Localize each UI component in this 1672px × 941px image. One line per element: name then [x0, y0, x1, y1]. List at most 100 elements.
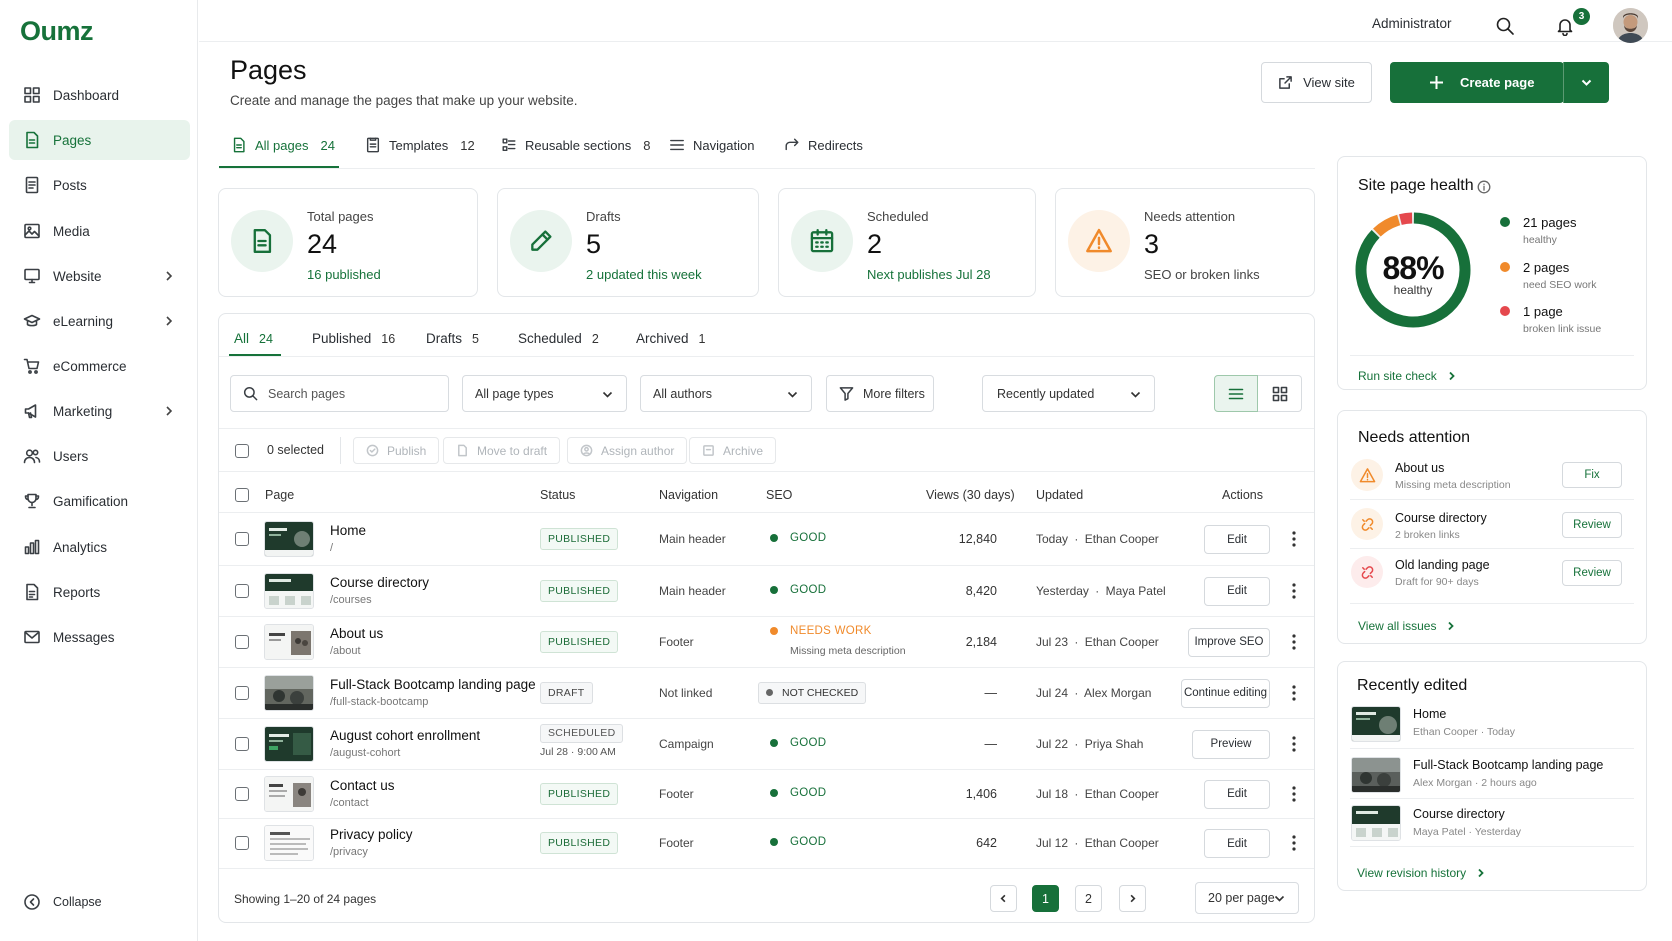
health-percent-label: healthy — [1393, 283, 1433, 297]
view-all-issues-link[interactable]: View all issues — [1358, 619, 1456, 633]
column-header-views[interactable]: Views (30 days) — [926, 488, 1015, 502]
info-icon[interactable] — [1477, 180, 1491, 194]
recent-when: Today — [1486, 726, 1515, 738]
more-filters-button[interactable]: More filters — [826, 375, 934, 412]
page-name[interactable]: Contact us — [330, 778, 395, 793]
column-header-status[interactable]: Status — [540, 488, 575, 502]
more-actions-icon[interactable] — [1292, 582, 1296, 600]
more-actions-icon[interactable] — [1292, 530, 1296, 548]
row-checkbox[interactable] — [235, 685, 249, 700]
app-logo[interactable]: Oumz — [20, 16, 94, 47]
filter-tab-all[interactable]: All 24 — [234, 331, 273, 346]
page-name[interactable]: Full-Stack Bootcamp landing page — [330, 677, 536, 692]
more-actions-icon[interactable] — [1292, 633, 1296, 651]
review-button[interactable]: Review — [1562, 560, 1622, 586]
user-menu-label[interactable]: Administrator — [1372, 16, 1452, 31]
row-action-button[interactable]: Improve SEO — [1188, 627, 1270, 657]
sort-select[interactable]: Recently updated — [982, 375, 1155, 412]
filter-tab-archived[interactable]: Archived 1 — [636, 331, 705, 346]
page-name[interactable]: Privacy policy — [330, 827, 413, 842]
view-site-button[interactable]: View site — [1261, 62, 1372, 103]
sidebar-item-pages[interactable]: Pages — [9, 120, 190, 160]
row-action-button[interactable]: Continue editing — [1181, 678, 1270, 708]
sidebar-item-gamification[interactable]: Gamification — [9, 481, 190, 521]
filter-tab-label: Published — [312, 331, 372, 346]
sidebar-item-dashboard[interactable]: Dashboard — [9, 75, 190, 115]
more-actions-icon[interactable] — [1292, 684, 1296, 702]
search-icon[interactable] — [1495, 16, 1515, 36]
archive-button[interactable]: Archive — [689, 437, 777, 464]
sidebar-item-ecommerce[interactable]: eCommerce — [9, 346, 190, 386]
row-checkbox[interactable] — [235, 583, 249, 598]
sidebar-item-analytics[interactable]: Analytics — [9, 527, 190, 567]
tab-templates[interactable]: Templates 12 — [365, 137, 475, 168]
sidebar-item-marketing[interactable]: Marketing — [9, 391, 190, 431]
recent-item-title[interactable]: Course directory — [1413, 807, 1505, 821]
create-page-button[interactable]: Create page — [1390, 62, 1564, 103]
column-header-seo[interactable]: SEO — [766, 488, 792, 502]
filter-tab-scheduled[interactable]: Scheduled 2 — [518, 331, 599, 346]
row-checkbox[interactable] — [235, 634, 249, 649]
search-input[interactable]: Search pages — [230, 375, 449, 412]
author-select[interactable]: All authors — [640, 375, 812, 412]
bell-icon[interactable] — [1555, 16, 1575, 36]
column-header-updated[interactable]: Updated — [1036, 488, 1083, 502]
more-actions-icon[interactable] — [1292, 735, 1296, 753]
collapse-sidebar-button[interactable]: Collapse — [9, 882, 190, 922]
per-page-select[interactable]: 20 per page — [1195, 882, 1299, 914]
row-checkbox[interactable] — [235, 786, 249, 801]
avatar[interactable] — [1613, 8, 1648, 43]
page-type-select[interactable]: All page types — [462, 375, 627, 412]
more-actions-icon[interactable] — [1292, 785, 1296, 803]
page-name[interactable]: Course directory — [330, 575, 429, 590]
sidebar-item-media[interactable]: Media — [9, 211, 190, 251]
row-action-button[interactable]: Edit — [1204, 576, 1270, 606]
row-action-button[interactable]: Edit — [1204, 525, 1270, 554]
filter-tab-drafts[interactable]: Drafts 5 — [426, 331, 479, 346]
tab-all-pages[interactable]: All pages 24 — [231, 137, 335, 168]
page-name[interactable]: August cohort enrollment — [330, 728, 480, 743]
more-actions-icon[interactable] — [1292, 834, 1296, 852]
header-checkbox[interactable] — [235, 488, 249, 502]
row-action-button[interactable]: Edit — [1204, 829, 1270, 858]
row-action-button[interactable]: Preview — [1192, 729, 1270, 759]
page-name[interactable]: Home — [330, 523, 366, 538]
sidebar-item-posts[interactable]: Posts — [9, 165, 190, 205]
column-header-page[interactable]: Page — [265, 488, 294, 502]
fix-button[interactable]: Fix — [1562, 462, 1622, 488]
tab-redirects[interactable]: Redirects — [784, 138, 863, 168]
assign-author-button[interactable]: Assign author — [567, 437, 688, 464]
page-name[interactable]: About us — [330, 626, 383, 641]
review-button[interactable]: Review — [1562, 512, 1622, 538]
page-1-button[interactable]: 1 — [1032, 885, 1059, 912]
previous-page-button[interactable] — [990, 885, 1017, 912]
chevron-down-icon — [787, 391, 798, 398]
sidebar-item-elearning[interactable]: eLearning — [9, 301, 190, 341]
sidebar-item-users[interactable]: Users — [9, 436, 190, 476]
row-action-button[interactable]: Edit — [1204, 779, 1270, 809]
next-page-button[interactable] — [1119, 885, 1146, 912]
tab-navigation[interactable]: Navigation — [669, 138, 754, 168]
filter-tab-published[interactable]: Published 16 — [312, 331, 395, 346]
sidebar-item-messages[interactable]: Messages — [9, 617, 190, 657]
list-view-toggle[interactable] — [1214, 375, 1258, 412]
row-checkbox[interactable] — [235, 736, 249, 751]
recent-item-title[interactable]: Home — [1413, 707, 1446, 721]
sidebar-item-website[interactable]: Website — [9, 256, 190, 296]
create-page-menu-button[interactable] — [1564, 62, 1609, 103]
tab-reusable-sections[interactable]: Reusable sections 8 — [501, 138, 650, 168]
sidebar-item-reports[interactable]: Reports — [9, 572, 190, 612]
view-revision-history-link[interactable]: View revision history — [1357, 866, 1486, 880]
select-all-checkbox[interactable] — [235, 444, 249, 458]
page-2-button[interactable]: 2 — [1075, 885, 1102, 912]
grid-view-toggle[interactable] — [1258, 375, 1302, 412]
row-checkbox[interactable] — [235, 532, 249, 546]
column-header-navigation[interactable]: Navigation — [659, 488, 718, 502]
move-to-draft-button[interactable]: Move to draft — [443, 437, 561, 464]
sidebar-item-label: Marketing — [53, 403, 113, 419]
publish-button[interactable]: Publish — [353, 437, 440, 464]
run-site-check-link[interactable]: Run site check — [1358, 369, 1457, 383]
recent-item-title[interactable]: Full-Stack Bootcamp landing page — [1413, 758, 1603, 772]
row-checkbox[interactable] — [235, 836, 249, 850]
table-row[interactable] — [219, 718, 1314, 769]
